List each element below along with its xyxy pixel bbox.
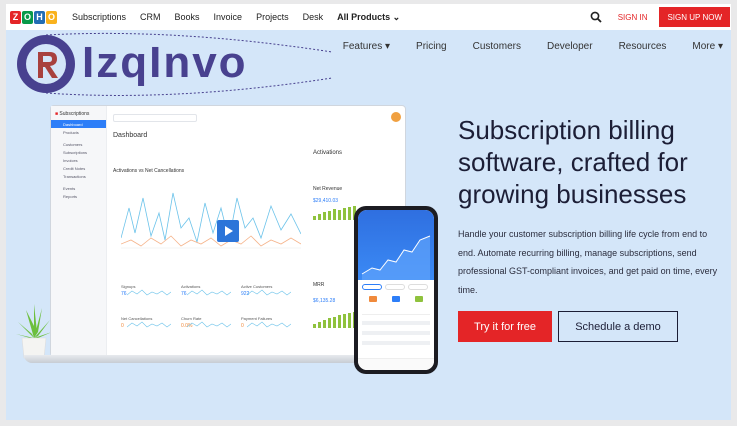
mockup-revenue-bars xyxy=(313,206,356,220)
top-link-desk[interactable]: Desk xyxy=(303,12,324,23)
phone-tab xyxy=(385,284,405,290)
mockup-dashboard-title: Dashboard xyxy=(113,132,148,139)
chevron-down-icon: ⌄ xyxy=(392,11,401,22)
brand-logo[interactable]: IzqInvo xyxy=(16,30,336,98)
mockup-stat-value: 76 xyxy=(121,291,127,297)
nav-features[interactable]: Features ▾ xyxy=(343,41,390,52)
mockup-side-products: Products xyxy=(63,129,79,135)
mockup-side-subscriptions: Subscriptions xyxy=(63,149,88,155)
mockup-sparkline xyxy=(247,321,291,328)
phone-stat xyxy=(391,296,400,302)
top-link-books[interactable]: Books xyxy=(175,12,200,23)
caret-down-icon: ▾ xyxy=(385,41,391,52)
mockup-stat-value: 0 xyxy=(121,323,124,329)
phone-growth-chart xyxy=(361,235,431,280)
mockup-net-revenue-label: Net Revenue xyxy=(313,186,343,192)
zoho-letter: O xyxy=(22,10,33,24)
phone-divider xyxy=(362,314,430,315)
hero-subtitle: Handle your customer subscription billin… xyxy=(458,229,718,295)
mockup-net-revenue-value: $29,410.03 xyxy=(313,198,339,204)
mockup-mrr-bars xyxy=(313,312,356,328)
nav-pricing[interactable]: Pricing xyxy=(416,41,447,52)
mockup-chart-title: Activations vs Net Cancellations xyxy=(113,168,185,174)
mockup-side-customers: Customers xyxy=(63,141,83,147)
mockup-side-credit-notes: Credit Notes xyxy=(63,165,86,171)
mockup-activations-title: Activations xyxy=(313,150,343,156)
mockup-sparkline xyxy=(127,321,171,328)
mockup-sparkline xyxy=(127,289,171,296)
phone-stat xyxy=(369,296,378,302)
phone-mockup xyxy=(354,206,438,374)
phone-stat-row xyxy=(358,294,434,304)
hero-title: Subscription billing software, crafted f… xyxy=(458,115,688,209)
play-video-button[interactable] xyxy=(217,220,239,242)
plant-illustration xyxy=(16,304,52,359)
mockup-mrr-value: $6,135.28 xyxy=(313,298,336,304)
phone-row xyxy=(362,341,430,345)
search-icon[interactable] xyxy=(590,11,602,23)
phone-tab-bar xyxy=(358,358,434,370)
page-frame: ZOHO Subscriptions CRM Books Invoice Pro… xyxy=(6,4,731,420)
nav-customers[interactable]: Customers xyxy=(473,41,521,52)
sign-in-link[interactable]: SIGN IN xyxy=(618,13,648,22)
mockup-mrr-label: MRR xyxy=(313,282,325,288)
phone-row xyxy=(362,331,430,335)
mockup-stat-value: 76 xyxy=(181,291,187,297)
mockup-sparkline xyxy=(187,289,231,296)
phone-tab xyxy=(362,284,382,290)
schedule-demo-button[interactable]: Schedule a demo xyxy=(558,311,678,342)
mockup-sparkline xyxy=(247,289,291,296)
brand-swoosh-icon xyxy=(45,32,333,96)
mockup-app-label: Subscriptions xyxy=(59,111,90,117)
top-link-projects[interactable]: Projects xyxy=(256,12,289,23)
mockup-side-dashboard: Dashboard xyxy=(51,120,106,128)
mockup-zoho-mark: ■ xyxy=(55,111,59,117)
zoho-letter: Z xyxy=(10,10,21,24)
mockup-sidebar: ■ Subscriptions Dashboard Products Custo… xyxy=(51,106,107,356)
mockup-side-events: Events xyxy=(63,185,76,191)
phone-chart-header xyxy=(358,210,434,280)
zoho-letter: O xyxy=(46,10,57,24)
sign-up-button[interactable]: SIGN UP NOW xyxy=(659,7,730,27)
nav-features-label: Features xyxy=(342,41,383,52)
phone-tab xyxy=(408,284,428,290)
nav-more[interactable]: More ▾ xyxy=(692,41,723,52)
zoho-logo[interactable]: ZOHO xyxy=(10,10,58,24)
phone-screen xyxy=(358,210,434,370)
top-link-invoice[interactable]: Invoice xyxy=(214,12,243,23)
mockup-side-transactions: Transactions xyxy=(63,173,86,179)
nav-more-label: More xyxy=(692,41,716,52)
mockup-stat-value: 0 xyxy=(241,323,244,329)
phone-stat xyxy=(414,296,423,302)
zoho-letter: H xyxy=(34,10,45,24)
phone-tabs xyxy=(358,280,434,294)
main-nav: Features ▾ Pricing Customers Developer R… xyxy=(317,41,723,52)
mockup-side-invoices: Invoices xyxy=(63,157,78,163)
top-link-subscriptions[interactable]: Subscriptions xyxy=(72,12,126,23)
mockup-side-reports: Reports xyxy=(63,193,78,199)
nav-resources[interactable]: Resources xyxy=(619,41,667,52)
mockup-sparkline xyxy=(187,321,231,328)
phone-row xyxy=(362,321,430,325)
all-products-label: All Products xyxy=(337,11,391,22)
all-products-menu[interactable]: All Products ⌄ xyxy=(337,12,400,23)
top-link-crm[interactable]: CRM xyxy=(140,12,161,23)
product-links: Subscriptions CRM Books Invoice Projects… xyxy=(72,12,414,23)
top-bar: ZOHO Subscriptions CRM Books Invoice Pro… xyxy=(6,4,731,30)
mockup-avatar xyxy=(391,112,401,122)
caret-down-icon: ▾ xyxy=(717,41,723,52)
mockup-app-name: ■ Subscriptions xyxy=(51,106,106,120)
nav-developer[interactable]: Developer xyxy=(547,41,593,52)
play-icon xyxy=(225,226,233,236)
mockup-activations-chart xyxy=(121,192,301,249)
mockup-search-bar xyxy=(113,114,197,122)
try-free-button[interactable]: Try it for free xyxy=(458,311,552,342)
